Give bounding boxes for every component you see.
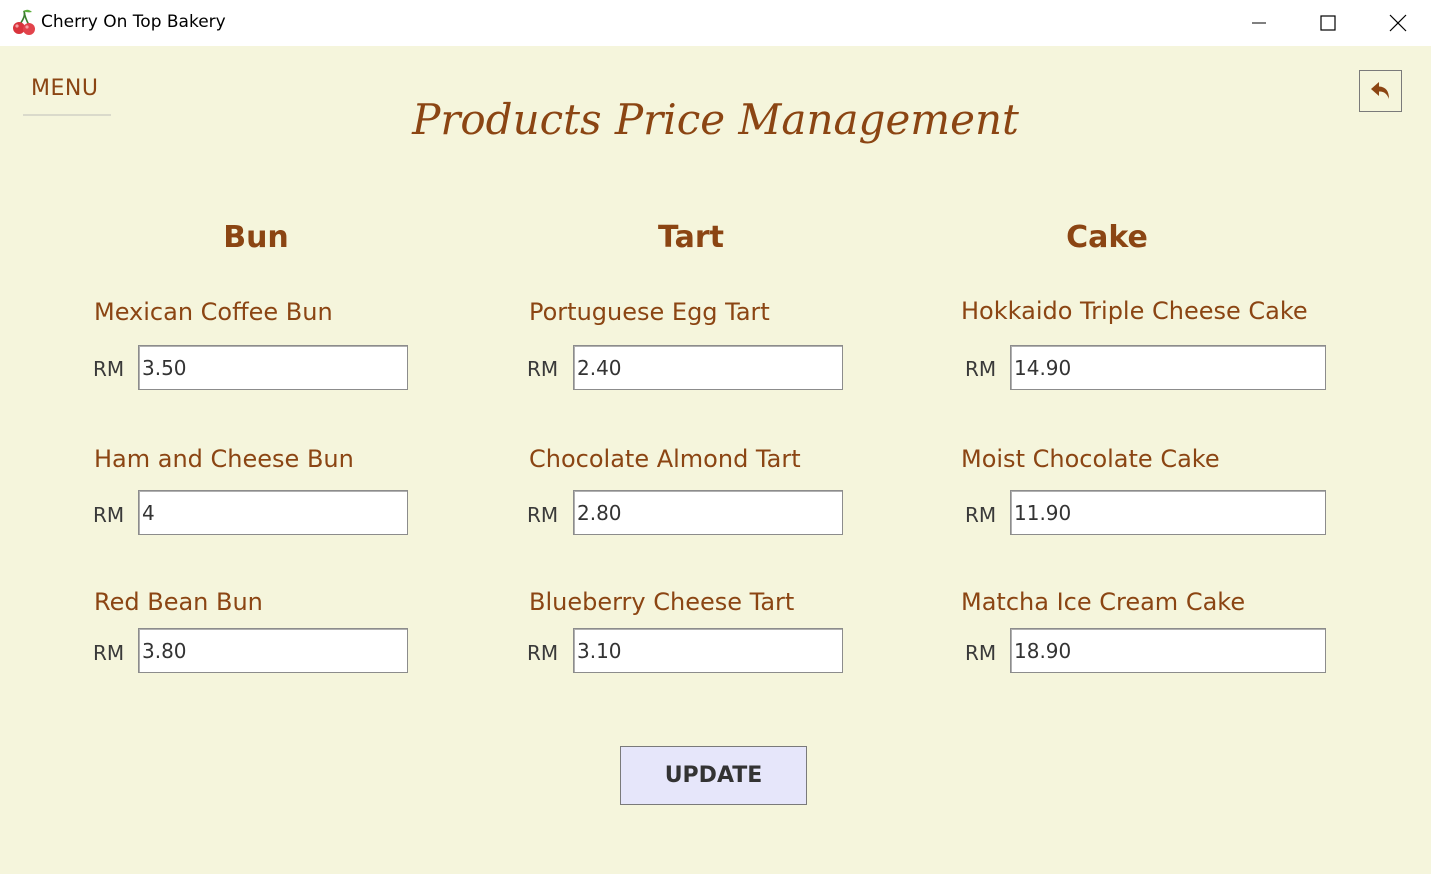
maximize-icon bbox=[1320, 15, 1336, 31]
product-name: Ham and Cheese Bun bbox=[94, 445, 354, 473]
close-icon bbox=[1389, 14, 1407, 32]
currency-label: RM bbox=[527, 503, 559, 527]
product-name: Red Bean Bun bbox=[94, 588, 263, 616]
minimize-icon bbox=[1252, 22, 1266, 24]
price-input-ham-and-cheese-bun[interactable] bbox=[138, 490, 408, 535]
price-input-red-bean-bun[interactable] bbox=[138, 628, 408, 673]
product-name: Mexican Coffee Bun bbox=[94, 298, 333, 326]
category-heading-cake: Cake bbox=[1066, 220, 1148, 255]
currency-label: RM bbox=[965, 503, 997, 527]
currency-label: RM bbox=[93, 357, 125, 381]
currency-label: RM bbox=[965, 357, 997, 381]
category-heading-bun: Bun bbox=[223, 220, 289, 255]
window-title: Cherry On Top Bakery bbox=[41, 12, 226, 32]
currency-label: RM bbox=[93, 641, 125, 665]
product-name: Chocolate Almond Tart bbox=[529, 445, 801, 473]
product-name: Matcha Ice Cream Cake bbox=[961, 588, 1246, 616]
window-titlebar: Cherry On Top Bakery bbox=[0, 0, 1431, 46]
price-input-hokkaido-triple-cheese-cake[interactable] bbox=[1010, 345, 1326, 390]
currency-label: RM bbox=[93, 503, 125, 527]
product-name: Portuguese Egg Tart bbox=[529, 298, 770, 326]
maximize-button[interactable] bbox=[1305, 0, 1351, 46]
currency-label: RM bbox=[527, 641, 559, 665]
price-input-mexican-coffee-bun[interactable] bbox=[138, 345, 408, 390]
page-title: Products Price Management bbox=[412, 95, 1019, 144]
price-input-portuguese-egg-tart[interactable] bbox=[573, 345, 843, 390]
update-button[interactable]: UPDATE bbox=[620, 746, 807, 805]
currency-label: RM bbox=[527, 357, 559, 381]
product-name: Blueberry Cheese Tart bbox=[529, 588, 795, 616]
close-button[interactable] bbox=[1375, 0, 1421, 46]
product-name: Moist Chocolate Cake bbox=[961, 445, 1220, 473]
category-heading-tart: Tart bbox=[658, 220, 724, 255]
product-name: Hokkaido Triple Cheese Cake bbox=[961, 297, 1308, 325]
price-input-blueberry-cheese-tart[interactable] bbox=[573, 628, 843, 673]
price-input-matcha-ice-cream-cake[interactable] bbox=[1010, 628, 1326, 673]
cherry-icon bbox=[11, 8, 37, 36]
minimize-button[interactable] bbox=[1236, 0, 1282, 46]
price-input-chocolate-almond-tart[interactable] bbox=[573, 490, 843, 535]
price-input-moist-chocolate-cake[interactable] bbox=[1010, 490, 1326, 535]
currency-label: RM bbox=[965, 641, 997, 665]
